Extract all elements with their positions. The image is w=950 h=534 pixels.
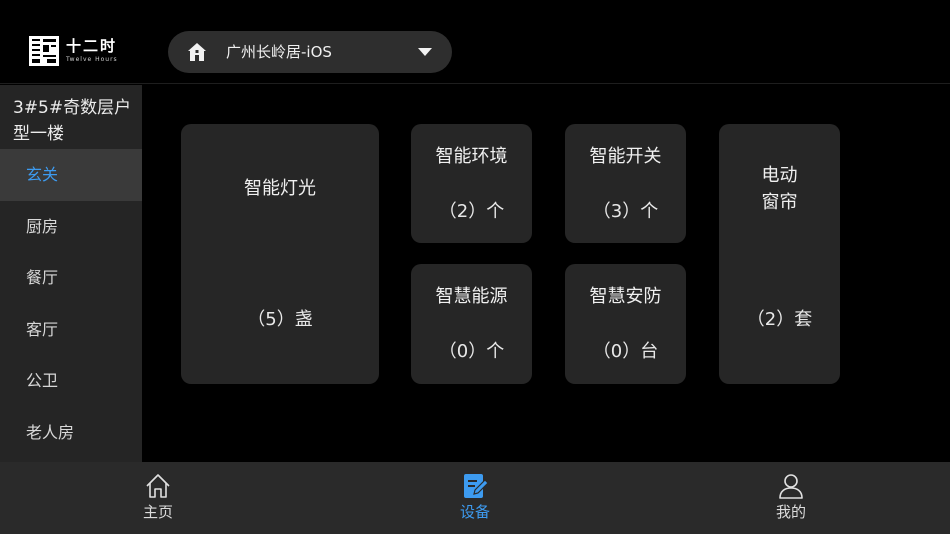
room-sidebar: 3#5#奇数层户型一楼 玄关 厨房 餐厅 客厅 公卫 老人房 [0, 85, 142, 462]
bottom-tab-bar: 主页 设备 我的 [0, 462, 950, 534]
card-smart-lighting-count: （5）盏 [247, 309, 313, 330]
tab-devices[interactable]: 设备 [415, 462, 535, 534]
card-electric-curtain[interactable]: 电动 窗帘 （2）套 [719, 124, 840, 384]
logo-chinese-text: 十二时 [66, 37, 118, 55]
sidebar-item-public-bathroom[interactable]: 公卫 [0, 355, 142, 407]
house-icon [187, 42, 207, 62]
app-logo: 十二时 Twelve Hours [29, 36, 118, 66]
tab-home-label: 主页 [142, 503, 173, 521]
card-smart-lighting-name: 智能灯光 [244, 178, 316, 199]
card-smart-security[interactable]: 智慧安防 （0）台 [565, 264, 686, 384]
card-smart-switch[interactable]: 智能开关 （3）个 [565, 124, 686, 243]
card-smart-security-name: 智慧安防 [589, 286, 662, 307]
card-smart-energy[interactable]: 智慧能源 （0）个 [411, 264, 532, 384]
chevron-down-icon [418, 48, 432, 56]
card-smart-lighting[interactable]: 智能灯光 （5）盏 [181, 124, 379, 384]
user-icon [777, 472, 805, 500]
location-selector[interactable]: 广州长岭居-iOS [168, 31, 452, 73]
card-smart-environment-name: 智能环境 [435, 146, 508, 167]
tab-mine-label: 我的 [775, 503, 806, 521]
logo-english-text: Twelve Hours [66, 56, 118, 63]
room-list: 玄关 厨房 餐厅 客厅 公卫 老人房 [0, 149, 142, 458]
tab-mine[interactable]: 我的 [731, 462, 851, 534]
sidebar-item-entrance[interactable]: 玄关 [0, 149, 142, 201]
logo-mark-icon [29, 36, 59, 66]
card-electric-curtain-name-line1: 电动 [761, 165, 798, 186]
sidebar-item-kitchen[interactable]: 厨房 [0, 201, 142, 253]
card-smart-environment[interactable]: 智能环境 （2）个 [411, 124, 532, 243]
tab-home[interactable]: 主页 [98, 462, 218, 534]
card-smart-switch-name: 智能开关 [589, 146, 662, 167]
sidebar-item-living-room[interactable]: 客厅 [0, 304, 142, 356]
floor-title: 3#5#奇数层户型一楼 [13, 98, 132, 144]
card-electric-curtain-name-line2: 窗帘 [761, 192, 798, 213]
card-smart-energy-name: 智慧能源 [435, 286, 508, 307]
device-edit-icon [461, 472, 489, 500]
card-electric-curtain-count: （2）套 [746, 309, 813, 330]
card-smart-energy-count: （0）个 [438, 341, 505, 362]
card-smart-switch-count: （3）个 [592, 201, 659, 222]
card-smart-environment-count: （2）个 [438, 201, 505, 222]
sidebar-item-dining-room[interactable]: 餐厅 [0, 252, 142, 304]
tab-devices-label: 设备 [459, 503, 490, 521]
app-header: 十二时 Twelve Hours 广州长岭居-iOS [0, 0, 950, 84]
home-icon [144, 472, 172, 500]
card-smart-security-count: （0）台 [592, 341, 659, 362]
sidebar-item-elderly-room[interactable]: 老人房 [0, 407, 142, 459]
location-label: 广州长岭居-iOS [226, 43, 332, 61]
